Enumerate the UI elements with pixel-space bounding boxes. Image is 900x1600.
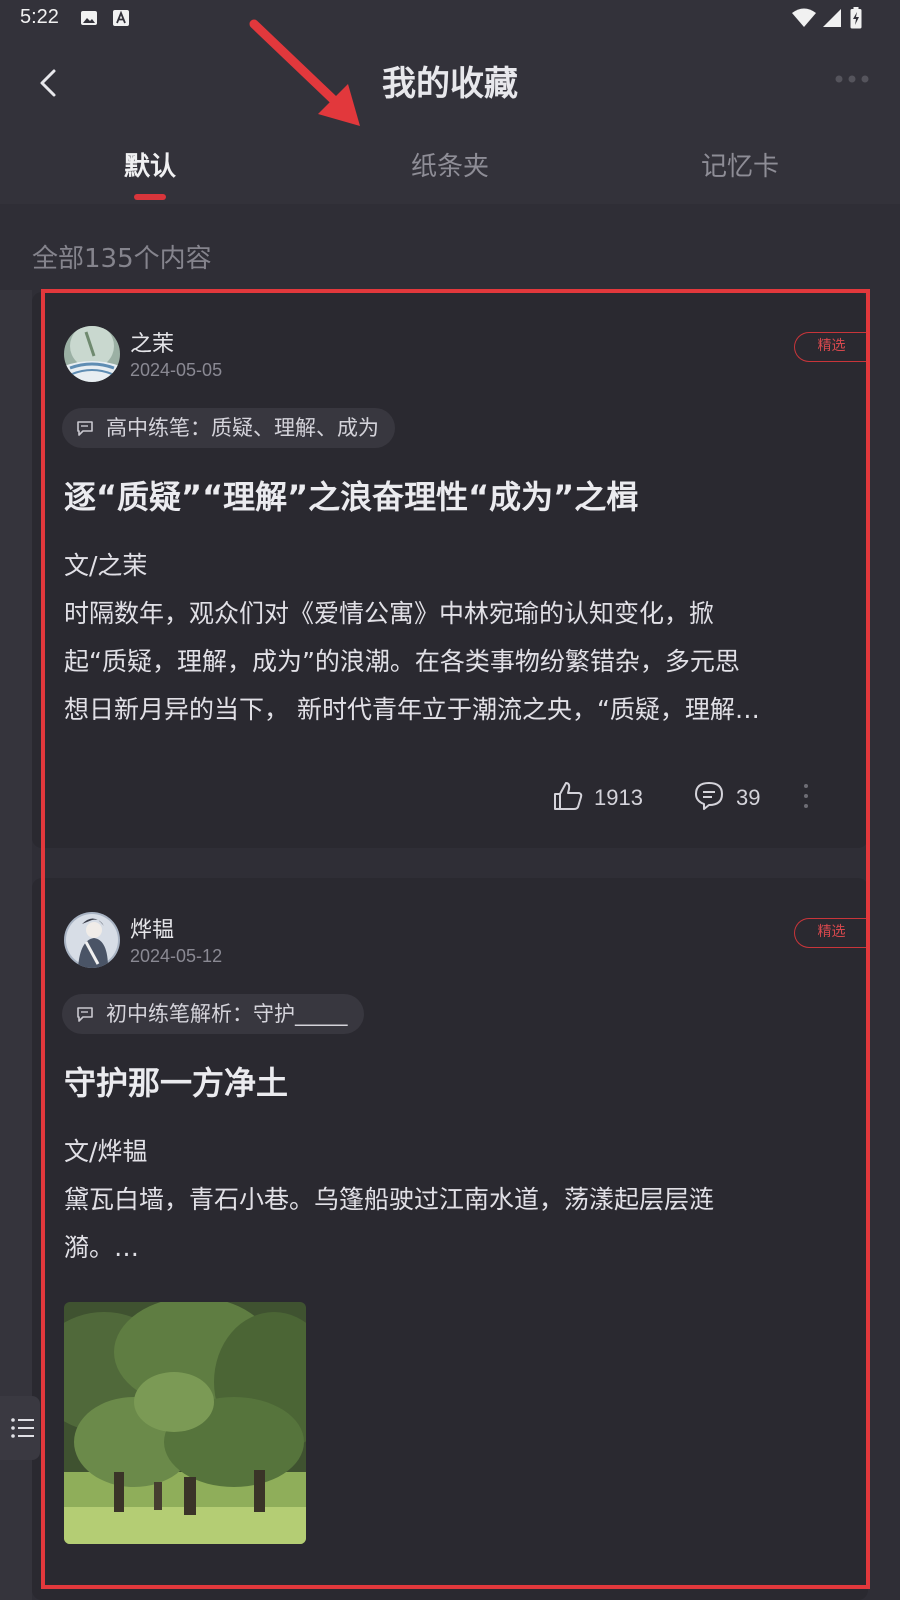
collection-count: 全部135个内容 [32,244,212,274]
post-date: 2024-05-12 [130,946,223,966]
author-name[interactable]: 之茉 [130,326,174,358]
post-excerpt: 文/之茉 时隔数年，观众们对《爱情公寓》中林宛瑜的认知变化，掀 起“质疑，理解，… [64,542,834,734]
tab-notes-folder[interactable]: 纸条夹 [380,146,520,192]
image-icon [81,11,97,25]
comment-button[interactable]: 39 [694,780,774,814]
post-title[interactable]: 逐“质疑”“理解”之浪奋理性“成为”之楫 [64,472,638,518]
list-toggle-button[interactable] [0,1396,40,1460]
comment-count: 39 [736,785,761,810]
topic-chip[interactable]: 高中练笔：质疑、理解、成为 [62,408,395,448]
author-avatar[interactable] [64,912,120,968]
tab-memory-cards[interactable]: 记忆卡 [670,146,810,192]
featured-badge: 精选 [794,918,868,948]
collection-card[interactable]: 烨韫 2024-05-12 精选 初中练笔解析：守护_____ 守护那一方净土 … [32,878,868,1600]
overflow-menu-icon[interactable] [802,782,810,810]
like-button[interactable]: 1913 [552,780,652,814]
post-title[interactable]: 守护那一方净土 [64,1058,288,1104]
signal-icon [823,9,841,27]
wifi-icon [792,8,816,27]
topic-chat-icon [77,421,93,436]
author-avatar[interactable] [64,326,120,382]
excerpt-line: 起“质疑，理解，成为”的浪潮。在各类事物纷繁错杂，多元思 [64,647,740,676]
post-thumbnail[interactable] [64,1302,306,1544]
page-title: 我的收藏 [382,64,518,104]
excerpt-line: 想日新月异的当下， 新时代青年立于潮流之央，“质疑，理解… [64,695,760,724]
a-icon [113,10,129,26]
excerpt-line: 时隔数年，观众们对《爱情公寓》中林宛瑜的认知变化，掀 [64,599,715,628]
more-dots-icon[interactable] [834,72,870,86]
status-time: 5:22 [20,6,59,28]
post-excerpt: 文/烨韫 黛瓦白墙，青石小巷。乌篷船驶过江南水道，荡漾起层层涟 漪。… [64,1128,834,1272]
collection-card[interactable]: 之茉 2024-05-05 精选 高中练笔：质疑、理解、成为 逐“质疑”“理解”… [32,292,868,848]
battery-charging-icon [850,7,862,29]
topic-chip[interactable]: 初中练笔解析：守护_____ [62,994,364,1034]
list-icon [11,1418,34,1438]
like-count: 1913 [594,785,643,810]
topic-label: 初中练笔解析：守护_____ [106,1002,348,1026]
post-date: 2024-05-05 [130,360,223,380]
author-name[interactable]: 烨韫 [130,912,174,944]
featured-badge: 精选 [794,332,868,362]
excerpt-line: 黛瓦白墙，青石小巷。乌篷船驶过江南水道，荡漾起层层涟 [64,1185,715,1214]
post-byline: 文/之茉 [64,551,148,580]
thumbs-up-icon [554,782,583,810]
status-bar: 5:22 [0,0,900,38]
topic-label: 高中练笔：质疑、理解、成为 [106,416,379,440]
comment-icon [695,782,723,810]
topic-chat-icon [77,1007,93,1022]
header: 我的收藏 默认 纸条夹 记忆卡 [0,38,900,204]
active-tab-indicator [134,194,166,200]
post-byline: 文/烨韫 [64,1137,148,1166]
tab-default[interactable]: 默认 [100,146,200,192]
excerpt-line: 漪。… [64,1233,140,1262]
